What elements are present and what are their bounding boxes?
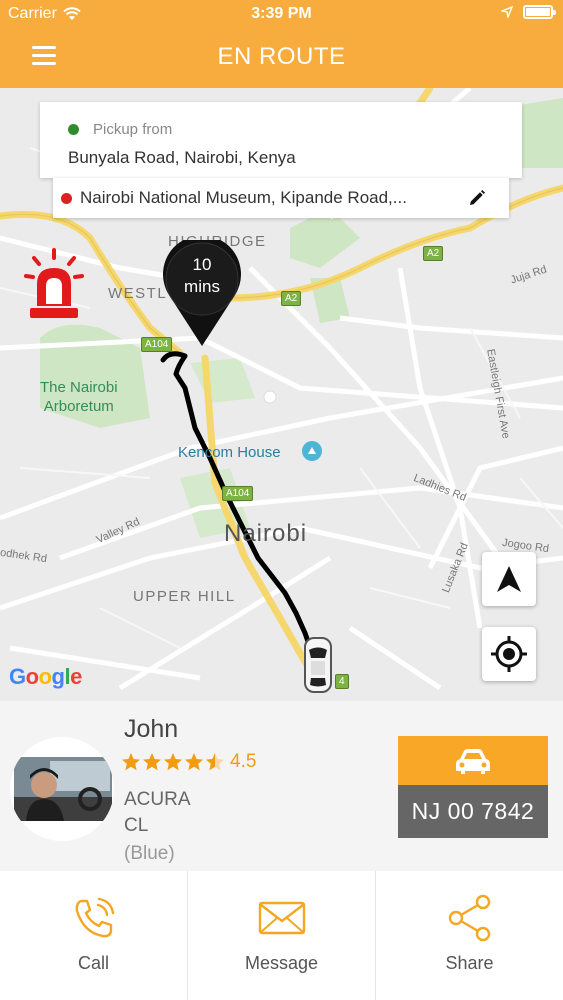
action-bar: Call Message Share [0,871,563,1000]
road-badge-a2: A2 [281,291,302,306]
google-logo: Google [9,664,82,689]
map-label-kencom: Kencom House [178,444,281,461]
phone-icon [75,897,114,938]
star-icon [164,753,182,771]
dropoff-address: Nairobi National Museum, Kipande Road,..… [80,188,407,207]
taxi-icon [456,748,490,774]
car-model: CL [124,815,149,836]
message-label: Message [244,953,319,973]
share-icon [448,894,490,942]
status-bar: Carrier 3:39 PM [0,0,563,28]
pencil-icon[interactable] [467,188,487,208]
pickup-card[interactable]: Pickup from Bunyala Road, Nairobi, Kenya [40,102,522,178]
status-time: 3:39 PM [251,5,312,22]
share-button[interactable]: Share [376,871,563,1000]
siren-icon[interactable] [24,248,84,320]
dropoff-dot [61,192,72,204]
half-star-icon [206,753,224,771]
map-label-nairobi: Nairobi [224,520,308,547]
locate-me-button[interactable] [482,627,536,681]
driver-name: John [124,715,179,743]
car-info: ACURA CL (Blue) [124,787,191,867]
eta-unit: mins [184,277,220,296]
road-badge-a2: A2 [423,246,444,261]
map-view[interactable]: HIGHRIDGE WESTL The Nairobi Arboretum Ke… [0,88,563,701]
star-icon [143,753,161,771]
share-label: Share [445,953,494,973]
vehicle-badge: NJ 00 7842 [398,736,548,838]
driver-panel: John 4.5 ACURA CL (Blue) NJ 00 7842 [0,701,563,871]
map-label-upper-hill: UPPER HILL [133,588,236,605]
pickup-address: Bunyala Road, Nairobi, Kenya [68,148,296,167]
envelope-icon [258,901,305,935]
dropoff-card[interactable]: Nairobi National Museum, Kipande Road,..… [53,178,509,218]
eta-value: 10 [192,255,212,274]
driver-avatar[interactable] [10,737,114,841]
battery-icon [523,5,556,19]
page-title: EN ROUTE [217,43,346,70]
car-marker-icon [304,637,332,693]
call-button[interactable]: Call [0,871,188,1000]
app-header: Carrier 3:39 PM EN ROUTE [0,0,563,88]
rating-value: 4.5 [230,751,257,772]
crosshair-icon [491,636,527,672]
message-button[interactable]: Message [188,871,376,1000]
location-arrow-icon [501,6,513,18]
eta-marker: 10 mins [163,235,241,350]
call-label: Call [77,953,109,973]
license-plate: NJ 00 7842 [398,785,548,838]
road-badge-a104: 4 [335,674,349,689]
star-icon [185,753,203,771]
driver-rating: 4.5 [121,751,256,773]
road-badge-a104: A104 [222,486,254,501]
navigation-arrow-icon [497,566,521,592]
map-label-westlands: WESTL [108,285,168,302]
navigate-button[interactable] [482,552,536,606]
poi-marker-icon [302,441,322,461]
car-make: ACURA [124,789,191,810]
pickup-label: Pickup from [93,121,173,138]
car-color: (Blue) [124,843,175,864]
map-label-arboretum: The Nairobi Arboretum [40,379,118,415]
star-icon [122,753,140,771]
pickup-dot [68,124,79,135]
